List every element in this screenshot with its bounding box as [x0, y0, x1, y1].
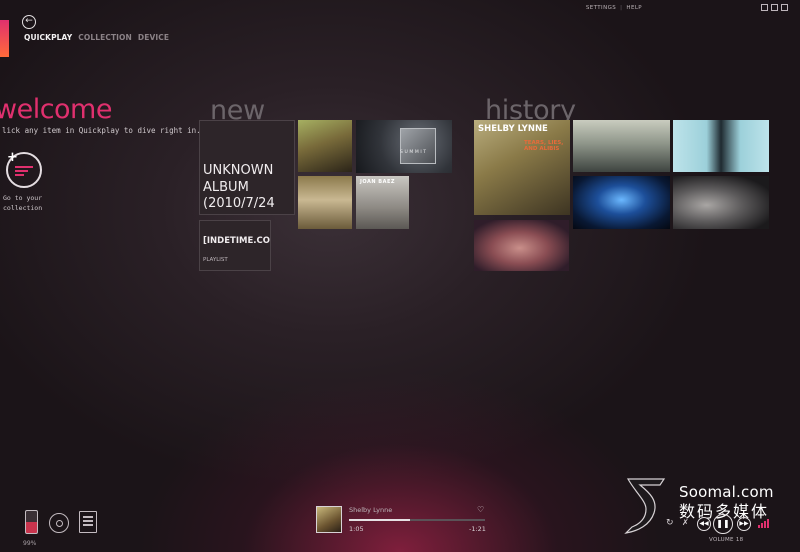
- joan-text: JOAN BAEZ: [360, 179, 395, 185]
- tab-device[interactable]: DEVICE: [138, 33, 169, 42]
- close-icon[interactable]: [781, 4, 788, 11]
- plus-icon: +: [7, 150, 18, 165]
- main-nav: QUICKPLAY COLLECTION DEVICE: [24, 33, 169, 42]
- repeat-icon[interactable]: ↻: [666, 518, 674, 528]
- list-lines-icon: [15, 166, 33, 178]
- album-art-shelby-small[interactable]: [298, 120, 352, 172]
- playlist-type: PLAYLIST: [203, 257, 228, 263]
- now-playing-art[interactable]: [316, 506, 342, 533]
- unknown-album-tile[interactable]: UNKNOWN ALBUM (2010/7/24: [199, 120, 295, 215]
- shelby-art-subtitle: TEARS, LIES, AND ALIBIS: [524, 140, 564, 152]
- minimize-icon[interactable]: [761, 4, 768, 11]
- album-art-shelby-lynne[interactable]: SHELBY LYNNE TEARS, LIES, AND ALIBIS: [474, 120, 570, 215]
- back-arrow-icon[interactable]: ←: [22, 15, 36, 29]
- welcome-description: lick any item in Quickplay to dive right…: [2, 126, 201, 135]
- album-art-blonde[interactable]: [298, 176, 352, 229]
- album-art-concert[interactable]: [573, 176, 670, 229]
- tab-quickplay[interactable]: QUICKPLAY: [24, 33, 72, 42]
- maximize-icon[interactable]: [771, 4, 778, 11]
- volume-bars-icon[interactable]: [758, 518, 769, 528]
- playlist-title: [INDETIME.CO SHELBY_LYNN: [203, 236, 270, 246]
- album-art-summit[interactable]: SUMMIT: [356, 120, 452, 173]
- album-tile-label: UNKNOWN ALBUM (2010/7/24: [203, 163, 275, 211]
- album-art-joan-baez[interactable]: JOAN BAEZ: [356, 176, 409, 229]
- volume-label: VOLUME 18: [709, 537, 744, 543]
- shelby-art-text: SHELBY LYNNE: [478, 124, 548, 134]
- progress-bar[interactable]: [349, 519, 485, 521]
- album-art-portrait[interactable]: [474, 220, 569, 271]
- previous-icon[interactable]: ◀◀: [697, 517, 711, 531]
- welcome-title: welcome: [0, 94, 112, 125]
- help-link[interactable]: HELP: [626, 5, 642, 11]
- watermark-logo: [624, 478, 666, 534]
- top-links: SETTINGS | HELP: [585, 5, 642, 11]
- list-icon[interactable]: [79, 511, 97, 533]
- album-art-band[interactable]: [573, 120, 670, 172]
- now-playing-artist: Shelby Lynne: [349, 506, 393, 514]
- shuffle-icon[interactable]: ✗: [682, 518, 689, 527]
- battery-level: 99%: [23, 540, 37, 547]
- phone-icon[interactable]: [25, 510, 38, 534]
- next-icon[interactable]: ▶▶: [737, 517, 751, 531]
- window-controls: [761, 4, 788, 11]
- playlist-tile[interactable]: [INDETIME.CO SHELBY_LYNN PLAYLIST: [199, 220, 271, 271]
- summit-text: SUMMIT: [400, 150, 428, 155]
- disc-icon[interactable]: [49, 513, 69, 533]
- heart-icon[interactable]: ♡: [477, 505, 484, 514]
- album-art-face[interactable]: [673, 176, 769, 229]
- summit-logo: [400, 128, 436, 164]
- collection-link[interactable]: Go to your collection: [3, 193, 63, 213]
- accent-bar: [0, 20, 9, 57]
- time-remaining: -1:21: [469, 525, 486, 533]
- album-art-suit[interactable]: [673, 120, 769, 172]
- progress-fill: [349, 519, 411, 521]
- pause-icon[interactable]: ❚❚: [713, 514, 733, 534]
- time-elapsed: 1:05: [349, 525, 364, 533]
- settings-link[interactable]: SETTINGS: [586, 5, 616, 11]
- tab-collection[interactable]: COLLECTION: [78, 33, 132, 42]
